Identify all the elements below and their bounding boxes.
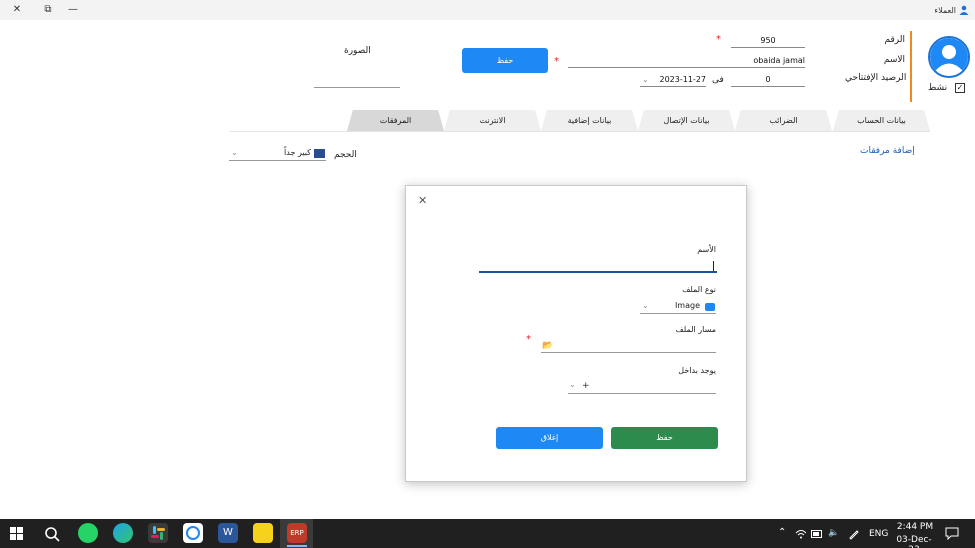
required-mark: *: [716, 34, 721, 45]
close-window-button[interactable]: ✕: [6, 2, 28, 18]
clock-time[interactable]: 2:44 PM: [893, 522, 937, 532]
tab-attachments[interactable]: المرفقات: [347, 110, 444, 131]
dialog-name-label: الأسم: [697, 245, 716, 254]
user-icon: [959, 5, 969, 15]
view-size-icon: [314, 149, 325, 158]
file-type-value: Image: [674, 301, 700, 310]
name-field[interactable]: obaida jamal: [568, 56, 805, 68]
located-inside-select[interactable]: ⌄ +: [568, 380, 716, 394]
required-mark: *: [554, 56, 559, 67]
pen-icon[interactable]: [848, 528, 860, 540]
open-folder-icon[interactable]: 📂: [542, 341, 553, 351]
tab-divider: [230, 131, 930, 132]
in-label: فى: [712, 75, 724, 85]
minimize-window-button[interactable]: —: [62, 2, 84, 18]
image-field-underline[interactable]: [314, 87, 400, 88]
tab-internet[interactable]: الانترنت: [444, 110, 541, 131]
windows-start-icon[interactable]: [10, 527, 23, 540]
word-icon[interactable]: W: [218, 523, 238, 543]
whatsapp-icon[interactable]: [78, 523, 98, 543]
user-avatar-icon: [930, 38, 968, 76]
text-caret: [713, 261, 714, 271]
size-value: كبير جداً: [284, 148, 311, 157]
tab-additional-data[interactable]: بيانات إضافية: [541, 110, 638, 131]
close-dialog-icon[interactable]: ✕: [418, 194, 427, 207]
dialog-name-input[interactable]: [479, 259, 717, 273]
date-field[interactable]: ⌄ 2023-11-27: [640, 75, 706, 87]
battery-icon[interactable]: [811, 530, 823, 538]
tab-contact-data[interactable]: بيانات الإتصال: [638, 110, 735, 131]
dialog-save-button[interactable]: حفظ: [611, 427, 718, 449]
language-indicator[interactable]: ENG: [869, 529, 888, 539]
located-inside-label: يوجد بداخل: [678, 366, 716, 375]
file-type-select[interactable]: ⌄ Image: [640, 301, 716, 314]
date-value: 2023-11-27: [659, 75, 707, 84]
clock-date[interactable]: 03-Dec-23: [891, 535, 937, 548]
dialog-close-button[interactable]: إغلاق: [496, 427, 603, 449]
file-path-label: مسار الملف: [675, 325, 716, 334]
volume-icon[interactable]: 🔈: [828, 528, 839, 538]
file-type-label: نوع الملف: [682, 285, 716, 294]
number-label: الرقم: [884, 35, 905, 45]
wifi-icon[interactable]: [795, 529, 807, 539]
camera-icon: [705, 303, 715, 311]
add-attachment-dialog: ✕ الأسم نوع الملف ⌄ Image مسار الملف * 📂…: [405, 185, 747, 482]
tab-taxes[interactable]: الضرائب: [735, 110, 832, 131]
restore-window-button[interactable]: ⧉: [37, 2, 59, 18]
edge-browser-icon[interactable]: [113, 523, 133, 543]
tab-account-data[interactable]: بيانات الحساب: [833, 110, 930, 131]
number-field[interactable]: 950: [731, 36, 805, 48]
sticky-notes-icon[interactable]: [253, 523, 273, 543]
active-label: نشط: [928, 83, 948, 93]
chevron-up-icon[interactable]: ⌃: [778, 527, 786, 538]
chat-app-icon[interactable]: [183, 523, 203, 543]
required-mark: *: [526, 334, 531, 345]
active-checkbox[interactable]: ✓: [955, 83, 965, 93]
erp-app-icon[interactable]: ERP: [287, 523, 307, 543]
image-label: الصورة: [344, 46, 371, 56]
save-button[interactable]: حفظ: [462, 48, 548, 73]
slack-icon[interactable]: [148, 523, 168, 543]
size-label: الحجم: [334, 150, 357, 160]
active-app-indicator: [287, 545, 307, 547]
window-title: العملاء: [934, 3, 969, 17]
search-icon[interactable]: [44, 526, 60, 542]
size-select[interactable]: ⌄ كبير جداً: [229, 148, 326, 161]
avatar[interactable]: [928, 36, 970, 78]
opening-balance-field[interactable]: 0: [731, 75, 805, 87]
name-label: الاسم: [883, 55, 905, 65]
window-title-text: العملاء: [934, 5, 956, 15]
title-bar: ✕ ⧉ — العملاء: [0, 0, 975, 20]
add-icon[interactable]: +: [582, 381, 590, 391]
chevron-down-icon[interactable]: ⌄: [642, 75, 649, 84]
chevron-down-icon[interactable]: ⌄: [231, 148, 238, 157]
chevron-down-icon[interactable]: ⌄: [569, 380, 576, 389]
opening-balance-label: الرصيد الإفتتاحي: [845, 73, 907, 83]
chevron-down-icon[interactable]: ⌄: [642, 301, 649, 310]
file-path-input[interactable]: [541, 340, 716, 353]
notification-icon[interactable]: [945, 527, 959, 540]
add-attachments-link[interactable]: إضافة مرفقات: [860, 146, 915, 156]
accent-divider: [910, 31, 912, 102]
